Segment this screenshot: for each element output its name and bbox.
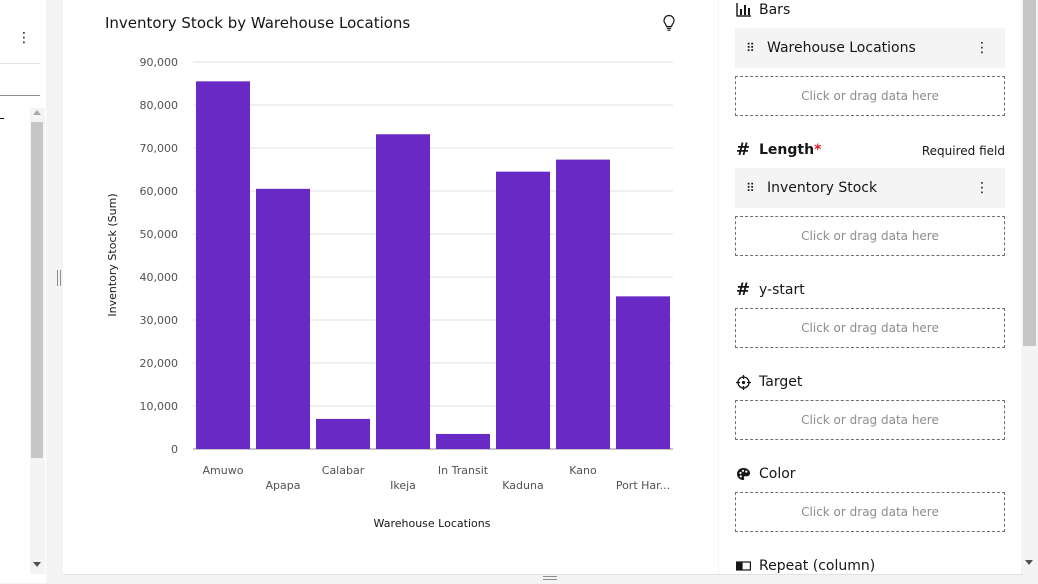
bottom-resize-handle[interactable] <box>543 576 557 580</box>
y-tick-label: 50,000 <box>140 228 179 241</box>
x-tick-label: Calabar <box>322 464 365 477</box>
left-scrollbar-thumb[interactable] <box>31 122 43 458</box>
y-tick-label: 10,000 <box>140 400 179 413</box>
x-tick-label: Amuwo <box>203 464 244 477</box>
color-section-label: Color <box>759 466 796 482</box>
bar-chart: 0 10,000 20,000 30,000 40,000 50,000 60,000 70,… <box>106 56 673 530</box>
bars-field-label: Warehouse Locations <box>767 40 916 56</box>
bar-chart-icon <box>735 2 751 18</box>
crosshair-icon <box>735 374 751 390</box>
target-section-label: Target <box>759 374 803 390</box>
right-scrollbar-thumb[interactable] <box>1023 0 1036 346</box>
drag-handle-icon[interactable]: ⠿ <box>746 182 755 194</box>
color-section-header: Color <box>735 464 796 484</box>
left-scrollbar[interactable] <box>30 108 45 574</box>
target-dropzone[interactable]: Click or drag data here <box>735 400 1005 440</box>
properties-panel: Bars ⠿ Warehouse Locations ⋮ Click or dr… <box>719 0 1021 574</box>
repeat-section-label: Repeat (column) <box>759 558 876 574</box>
y-tick-label: 60,000 <box>140 185 179 198</box>
x-tick-label: Port Har... <box>616 479 670 492</box>
target-section-header: Target <box>735 372 802 392</box>
required-field-note: Required field <box>921 144 1005 158</box>
bar <box>436 433 490 449</box>
length-section-label: Length <box>759 142 815 158</box>
x-tick-label: Apapa <box>266 479 301 492</box>
y-tick-label: 0 <box>171 443 178 456</box>
ystart-section-header: # y-start <box>735 280 805 300</box>
y-tick-label: 40,000 <box>140 271 179 284</box>
field-overflow-menu-icon[interactable]: ⋮ <box>975 178 989 198</box>
bar <box>496 171 550 449</box>
y-axis-title: Inventory Stock (Sum) <box>106 193 119 316</box>
length-dropzone[interactable]: Click or drag data here <box>735 216 1005 256</box>
bars-section-label: Bars <box>759 2 791 18</box>
bars-section-header: Bars <box>735 0 790 20</box>
pane-resize-handle[interactable] <box>57 270 61 286</box>
length-section-header: # Length * <box>735 140 822 160</box>
x-tick-label: In Transit <box>438 464 489 477</box>
left-indicator <box>0 118 4 119</box>
repeat-section-header: Repeat (column) <box>735 556 875 574</box>
bars-field-pill[interactable]: ⠿ Warehouse Locations ⋮ <box>735 28 1005 68</box>
hash-icon: # <box>735 280 751 300</box>
y-tick-label: 70,000 <box>140 142 179 155</box>
scroll-down-icon[interactable] <box>1025 560 1033 565</box>
overflow-menu-icon[interactable]: ⋮ <box>16 28 32 48</box>
scroll-up-icon[interactable] <box>33 110 41 115</box>
x-tick-label: Ikeja <box>390 479 416 492</box>
x-axis-title: Warehouse Locations <box>374 517 491 530</box>
color-dropzone[interactable]: Click or drag data here <box>735 492 1005 532</box>
bars-dropzone[interactable]: Click or drag data here <box>735 76 1005 116</box>
chart-card: Inventory Stock by Warehouse Locations 0… <box>63 0 718 574</box>
bar <box>616 296 670 449</box>
y-tick-label: 20,000 <box>140 357 179 370</box>
y-tick-label: 30,000 <box>140 314 179 327</box>
length-field-label: Inventory Stock <box>767 180 878 196</box>
bar <box>376 134 430 450</box>
drag-handle-icon[interactable]: ⠿ <box>746 42 755 54</box>
length-field-pill[interactable]: ⠿ Inventory Stock ⋮ <box>735 168 1005 208</box>
palette-icon <box>735 466 751 482</box>
x-tick-label: Kaduna <box>502 479 543 492</box>
scroll-down-icon[interactable] <box>33 562 41 567</box>
bar <box>256 188 310 449</box>
field-overflow-menu-icon[interactable]: ⋮ <box>975 38 989 58</box>
right-scrollbar[interactable] <box>1021 0 1038 574</box>
y-tick-label: 80,000 <box>140 99 179 112</box>
ystart-dropzone[interactable]: Click or drag data here <box>735 308 1005 348</box>
required-asterisk: * <box>814 142 822 158</box>
bar <box>556 159 610 450</box>
ystart-section-label: y-start <box>759 282 805 298</box>
x-tick-label: Kano <box>569 464 597 477</box>
bar <box>196 81 250 449</box>
left-list-row[interactable] <box>0 63 40 96</box>
repeat-column-icon <box>735 558 751 574</box>
bar <box>316 418 370 449</box>
y-tick-label: 90,000 <box>140 56 179 69</box>
left-pane: ⋮ <box>0 0 46 583</box>
hash-icon: # <box>735 140 751 160</box>
